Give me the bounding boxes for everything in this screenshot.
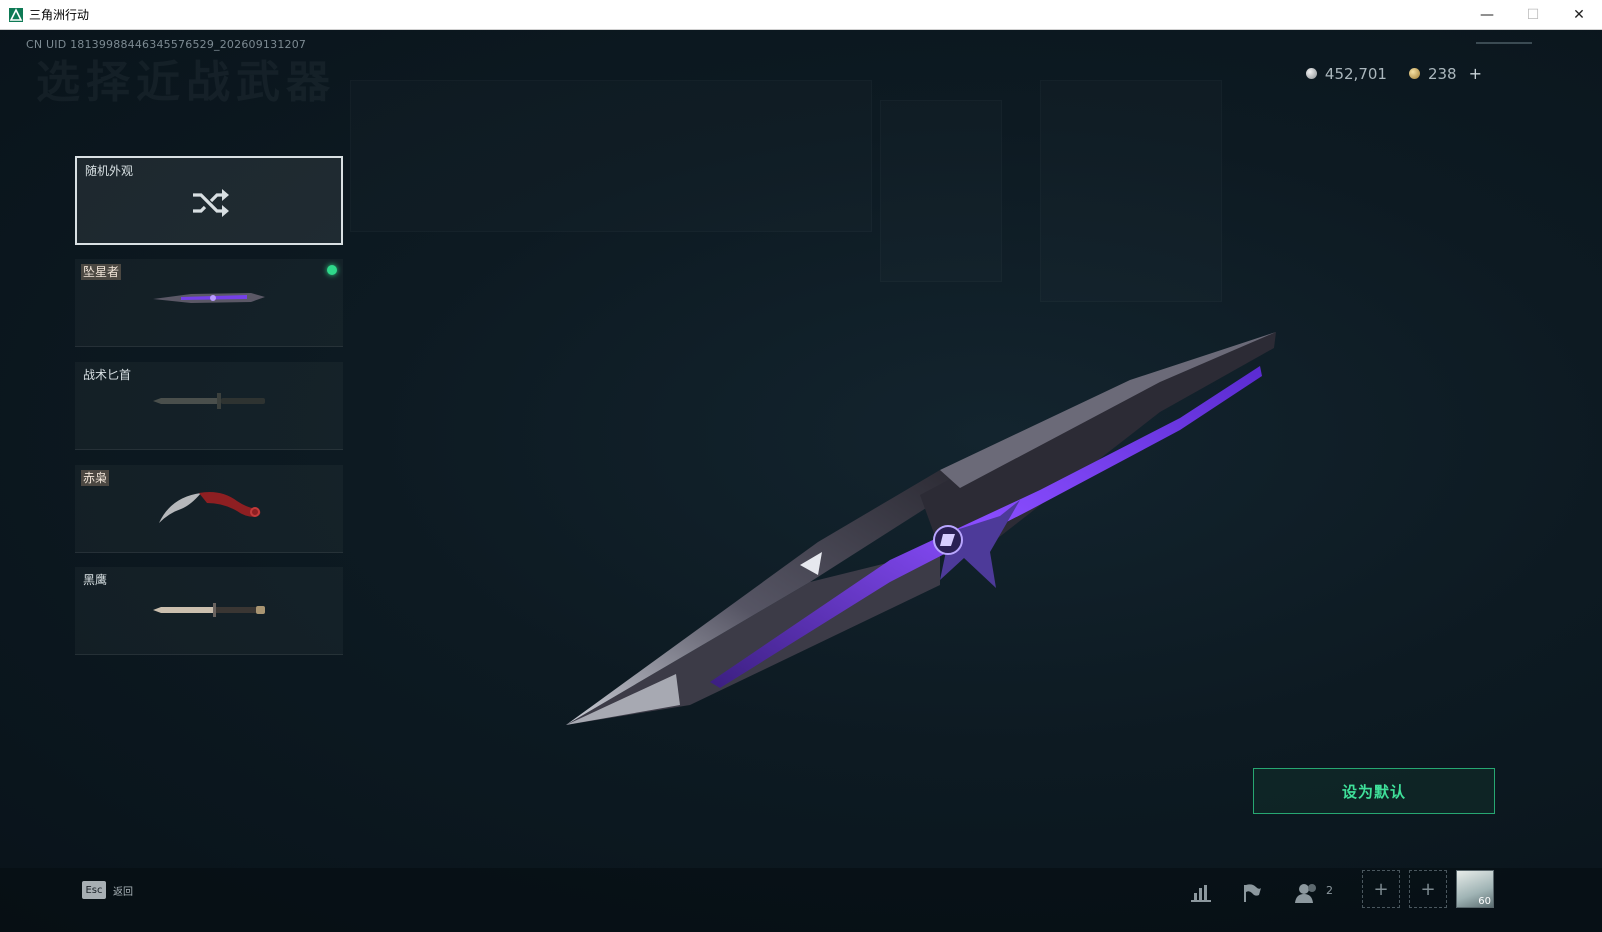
coin-amount: 452,701 [1324, 64, 1387, 83]
weapon-card-red-owl[interactable]: 赤枭 [75, 465, 343, 553]
weapon-label: 随机外观 [85, 164, 134, 178]
window-title-bar: 三角洲行动 — ☐ ✕ [0, 0, 1602, 30]
weapon-label: 坠星者 [81, 264, 122, 280]
esc-key-button[interactable]: Esc [82, 881, 106, 899]
set-default-button[interactable]: 设为默认 [1253, 768, 1495, 814]
weapon-card-tactical-dagger[interactable]: 战术匕首 [75, 362, 343, 450]
weapon-label: 黑鹰 [83, 573, 108, 587]
stats-chart-icon[interactable] [1186, 878, 1216, 908]
add-currency-button[interactable]: + [1469, 64, 1482, 83]
friends-count: 2 [1326, 884, 1333, 897]
knife-thumbnail [153, 293, 265, 303]
knife-thumbnail [153, 603, 265, 617]
knife-thumbnail [159, 492, 261, 523]
premium-amount: 238 [1427, 64, 1457, 83]
avatar-level: 60 [1478, 896, 1491, 907]
knife-preview-render [566, 332, 1276, 725]
party-slot-add-button[interactable]: + [1409, 870, 1447, 908]
flag-icon[interactable] [1237, 878, 1267, 908]
maximize-button[interactable]: ☐ [1510, 0, 1556, 30]
bottom-bar: Esc 返回 2 + + 60 [0, 868, 1602, 932]
plus-icon: + [1373, 878, 1389, 900]
friends-icon[interactable] [1292, 878, 1322, 908]
window-controls: — ☐ ✕ [1464, 0, 1602, 30]
premium-currency-icon [1408, 68, 1420, 79]
weapon-label: 战术匕首 [83, 368, 132, 382]
back-label[interactable]: 返回 [113, 883, 133, 898]
background-panel [1040, 80, 1222, 302]
page-heading: 选择近战武器 [36, 57, 336, 108]
party-slot-add-button[interactable]: + [1362, 870, 1400, 908]
app-logo-icon [9, 7, 23, 22]
background-panel [350, 80, 872, 232]
currency-display: 452,701 238 + [1305, 64, 1482, 83]
plus-icon: + [1420, 878, 1436, 900]
weapon-card-random[interactable]: 随机外观 [75, 156, 343, 245]
equipped-indicator [327, 265, 337, 275]
close-button[interactable]: ✕ [1556, 0, 1602, 30]
minimize-button[interactable]: — [1464, 0, 1510, 30]
weapon-label: 赤枭 [81, 470, 110, 486]
game-viewport: CN UID 1813998844634557652​9_20260913120… [0, 30, 1602, 932]
weapon-card-black-hawk[interactable]: 黑鹰 [75, 567, 343, 655]
background-panel [880, 100, 1002, 282]
decorative-line [1476, 42, 1532, 44]
knife-thumbnail [153, 393, 265, 409]
avatar[interactable]: 60 [1456, 870, 1494, 908]
window-title: 三角洲行动 [29, 8, 90, 22]
shuffle-icon [193, 189, 229, 217]
weapon-card-star-faller[interactable]: 坠星者 [75, 259, 343, 347]
coin-icon [1305, 68, 1317, 79]
